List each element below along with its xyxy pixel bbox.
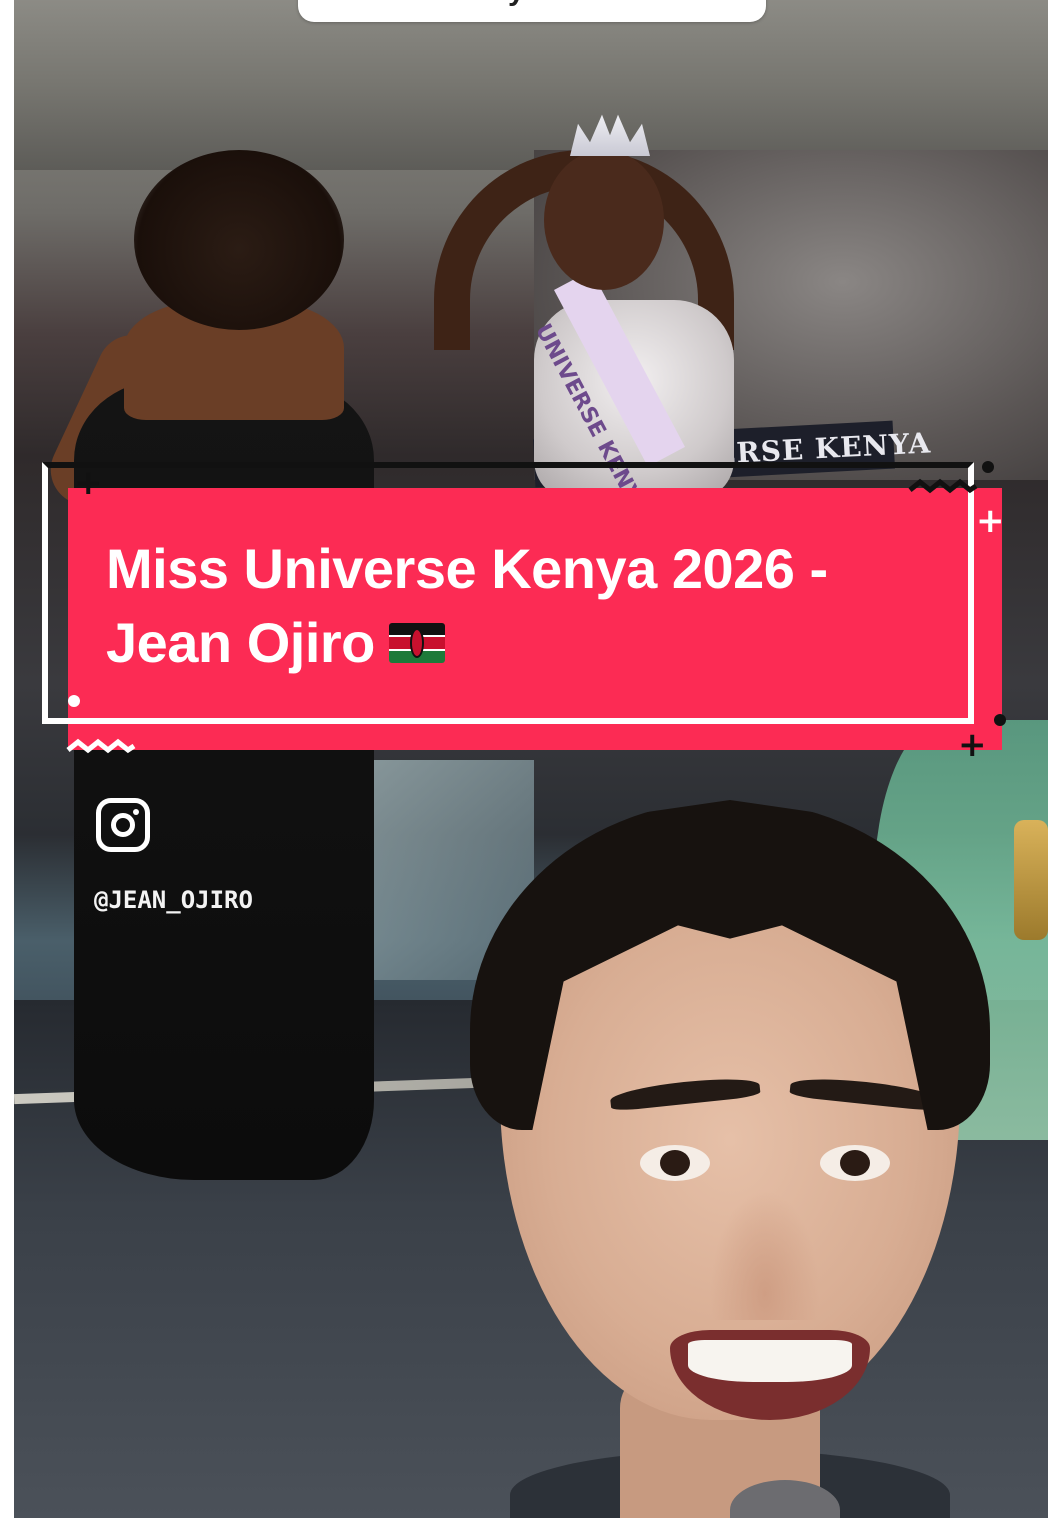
caption-title: Miss Universe Kenya 2026 - Jean Ojiro [106, 532, 966, 680]
caption-line-2: Jean Ojiro [106, 611, 375, 674]
dot-icon [994, 714, 1006, 726]
dot-icon [68, 695, 80, 707]
venue-ceiling [14, 0, 1048, 170]
nose [710, 1190, 820, 1320]
gold-chair [1014, 820, 1048, 940]
caption-line-1: Miss Universe Kenya 2026 - [106, 537, 828, 600]
dot-icon [982, 461, 994, 473]
top-search-pill[interactable]: y [298, 0, 766, 22]
instagram-icon [96, 798, 150, 852]
plus-icon: + [74, 463, 103, 503]
creator-face-overlay [470, 800, 990, 1518]
instagram-handle: @JEAN_OJIRO [94, 886, 253, 914]
top-pill-text: y [508, 0, 525, 8]
winner-head [544, 150, 664, 290]
zigzag-icon [66, 738, 136, 754]
smile [670, 1330, 870, 1420]
zigzag-icon [908, 478, 978, 494]
video-frame[interactable]: ERSE KENYA UNIVERSE KENYA @JEAN_OJIRO Mi… [0, 0, 1048, 1518]
left-eye [640, 1145, 710, 1181]
plus-icon: + [958, 725, 987, 765]
plus-icon: + [976, 501, 1005, 541]
kenya-flag-icon [388, 623, 445, 664]
right-eye [820, 1145, 890, 1181]
left-eyebrow [609, 1074, 761, 1112]
contestant-hair [134, 150, 344, 330]
